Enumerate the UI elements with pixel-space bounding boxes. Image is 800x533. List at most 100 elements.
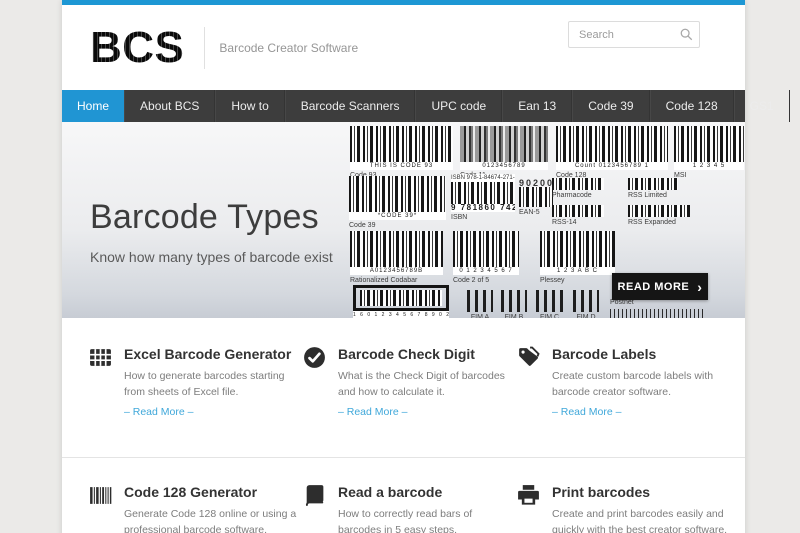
barcode-digits: 9 781860 742712 bbox=[451, 204, 515, 212]
search-box bbox=[568, 21, 700, 48]
barcode-sample: RSS Expanded bbox=[628, 205, 690, 227]
page-container: BCS Barcode Creator Software Home About … bbox=[62, 0, 790, 533]
site-tagline: Barcode Creator Software bbox=[219, 40, 359, 55]
barcode-digits: 0 1 2 3 4 5 6 7 bbox=[453, 267, 519, 275]
site-header: BCS Barcode Creator Software bbox=[62, 5, 745, 90]
read-more-button[interactable]: READ MORE › bbox=[612, 273, 708, 300]
feature-body: Code 128 Generator Generate Code 128 onl… bbox=[124, 482, 302, 533]
feature-body: Print barcodes Create and print barcodes… bbox=[552, 482, 730, 533]
barcode-bars bbox=[519, 187, 553, 207]
barcode-sample: 1 2 3 A B C Plessey bbox=[540, 231, 615, 285]
nav-item[interactable]: GS1 bbox=[733, 90, 790, 122]
nav-item[interactable]: Barcode Scanners bbox=[284, 90, 416, 122]
nav-item[interactable]: UPC code bbox=[415, 90, 503, 122]
nav-item[interactable]: Home bbox=[62, 90, 125, 122]
barcode-caption: FIM B bbox=[504, 314, 524, 318]
feature-description: How to generate barcodes starting from s… bbox=[124, 370, 285, 398]
barcode-sample: Pharmacode bbox=[552, 178, 604, 200]
barcode-sample: *CODE 39* Code 39 bbox=[349, 176, 446, 230]
barcode-bars bbox=[628, 178, 678, 190]
feature-card: Barcode Check Digit What is the Check Di… bbox=[302, 344, 516, 457]
read-more-label: READ MORE bbox=[617, 280, 690, 293]
barcode-sample: Count 0123456789 1 Code 128 bbox=[556, 126, 668, 180]
barcode-caption: FIM D bbox=[576, 314, 596, 318]
tag-icon bbox=[516, 345, 541, 370]
barcode-caption: Code 2 of 5 bbox=[453, 277, 490, 284]
barcode-caption: Code 39 bbox=[349, 222, 376, 229]
feature-description: What is the Check Digit of barcodes and … bbox=[338, 370, 505, 398]
nav-item[interactable]: Ean 13 bbox=[502, 90, 573, 122]
feature-read-more-link[interactable]: – Read More – bbox=[338, 406, 516, 418]
logo-divider bbox=[204, 26, 206, 69]
barcode-bars bbox=[349, 176, 446, 212]
barcode-bars bbox=[556, 126, 668, 162]
nav-item[interactable]: How to bbox=[215, 90, 285, 122]
feature-card: Read a barcode How to correctly read bar… bbox=[302, 482, 516, 533]
barcode-top-text: 90200 bbox=[519, 179, 553, 187]
barcode-sample: RSS-14 bbox=[552, 205, 604, 227]
feature-title: Barcode Labels bbox=[552, 346, 657, 362]
feature-description: Create and print barcodes easily and qui… bbox=[552, 508, 728, 533]
barcode-bars bbox=[350, 231, 443, 267]
nav-item-label: Code 39 bbox=[588, 99, 634, 113]
barcode-digits: 1 2 3 4 5 bbox=[674, 162, 744, 170]
barcode-sample: 0123456789 Code 11 bbox=[460, 126, 548, 180]
barcode-digits: 1 2 3 A B C bbox=[540, 267, 615, 275]
barcode-bars bbox=[350, 126, 453, 162]
barcode-caption: ISBN bbox=[451, 214, 468, 221]
feature-description: Generate Code 128 online or using a prof… bbox=[124, 508, 297, 533]
barcode-sample: RSS Limited bbox=[628, 178, 678, 200]
barcode-caption: RSS Limited bbox=[628, 192, 667, 199]
feature-body: Excel Barcode Generator How to generate … bbox=[124, 344, 302, 418]
chevron-right-icon: › bbox=[697, 278, 703, 295]
barcode-sample: ISBN 978-1-84674-271-2 9 781860 742712 I… bbox=[451, 174, 515, 222]
feature-body: Read a barcode How to correctly read bar… bbox=[338, 482, 516, 533]
barcode-sample: 1 6 0 1 2 3 4 5 6 7 8 9 0 2 ITF-14 bbox=[353, 285, 449, 318]
barcode-digits: *CODE 39* bbox=[349, 212, 446, 220]
barcode-digits: 1 6 0 1 2 3 4 5 6 7 8 9 0 2 bbox=[353, 311, 449, 318]
feature-title: Barcode Check Digit bbox=[338, 346, 475, 362]
barcode-digits: A0123456789B bbox=[350, 267, 443, 275]
barcode-sample: 90200 EAN-5 bbox=[519, 179, 553, 217]
excel-grid-icon bbox=[88, 345, 113, 370]
feature-read-more-link[interactable]: – Read More – bbox=[124, 406, 302, 418]
feature-card: Print barcodes Create and print barcodes… bbox=[516, 482, 730, 533]
feature-description: Create custom barcode labels with barcod… bbox=[552, 370, 714, 398]
feature-read-more-link[interactable]: – Read More – bbox=[552, 406, 730, 418]
barcode-bars bbox=[501, 290, 527, 312]
nav-item[interactable]: Code 128 bbox=[649, 90, 734, 122]
barcode-caption: FIM A bbox=[470, 314, 490, 318]
site-logo[interactable]: BCS bbox=[90, 25, 184, 70]
barcode-bars bbox=[536, 290, 563, 312]
barcode-caption: Plessey bbox=[540, 277, 565, 284]
barcode-bars bbox=[451, 182, 515, 204]
nav-item-label: Home bbox=[77, 99, 110, 113]
barcode-bars bbox=[552, 205, 604, 217]
barcode-sample: THIS IS CODE 93 Code 93 bbox=[350, 126, 453, 180]
feature-title: Code 128 Generator bbox=[124, 484, 258, 500]
nav-item[interactable]: Code 39 bbox=[572, 90, 650, 122]
feature-title: Read a barcode bbox=[338, 484, 443, 500]
barcode-caption: Pharmacode bbox=[552, 192, 592, 199]
barcode-sample: 0 1 2 3 4 5 6 7 Code 2 of 5 bbox=[453, 231, 519, 285]
barcode-sample: A0123456789B Rationalized Codabar bbox=[350, 231, 443, 285]
nav-item[interactable]: About BCS bbox=[124, 90, 216, 122]
barcode-bars bbox=[610, 309, 705, 318]
nav-item-label: How to bbox=[231, 99, 269, 113]
barcode-digits: 0123456789 bbox=[460, 162, 548, 170]
barcode-sample: 1 2 3 4 5 MSI bbox=[674, 126, 744, 180]
feature-description: How to correctly read bars of barcodes i… bbox=[338, 508, 473, 533]
feature-title: Print barcodes bbox=[552, 484, 651, 500]
barcode-caption: EAN-5 bbox=[519, 209, 540, 216]
features-row-2: Code 128 Generator Generate Code 128 onl… bbox=[62, 457, 745, 533]
nav-item-label: Barcode Scanners bbox=[300, 99, 400, 113]
barcode-digits: Count 0123456789 1 bbox=[556, 162, 668, 170]
main-nav: Home About BCS How to Barcode Scanners U… bbox=[62, 90, 790, 122]
barcode-bars bbox=[467, 290, 493, 312]
search-icon[interactable] bbox=[679, 27, 694, 42]
barcode-caption: FIM C bbox=[539, 314, 560, 318]
nav-item-label: Code 128 bbox=[665, 99, 718, 113]
feature-card: Excel Barcode Generator How to generate … bbox=[88, 344, 302, 457]
feature-card: Code 128 Generator Generate Code 128 onl… bbox=[88, 482, 302, 533]
feature-card: Barcode Labels Create custom barcode lab… bbox=[516, 344, 730, 457]
